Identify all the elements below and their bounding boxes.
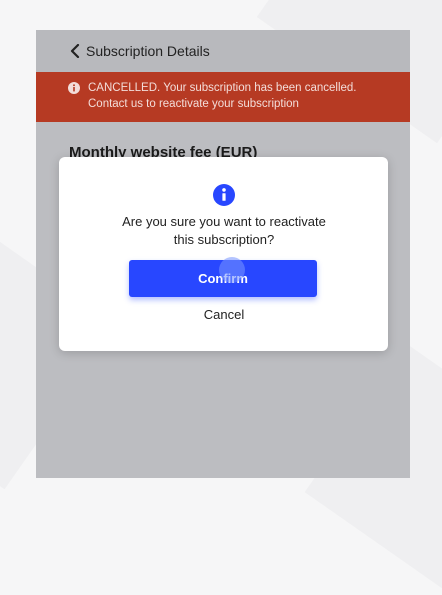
confirm-button[interactable]: Confirm (129, 260, 317, 297)
info-circle-icon (68, 82, 80, 94)
dialog-message-line-2: this subscription? (173, 232, 275, 247)
top-bar: Subscription Details (36, 30, 410, 72)
page-title[interactable]: Subscription Details (86, 43, 210, 59)
chevron-left-icon[interactable] (70, 44, 80, 58)
alert-message: CANCELLED. Your subscription has been ca… (88, 80, 398, 112)
alert-line-1: CANCELLED. Your subscription has been ca… (88, 82, 357, 94)
alert-line-2: Contact us to reactivate your subscripti… (88, 98, 299, 110)
cancel-button[interactable]: Cancel (169, 303, 279, 325)
dialog-message: Are you sure you want to reactivate this… (89, 213, 359, 249)
info-circle-icon (213, 184, 235, 206)
reactivate-confirmation-dialog: Are you sure you want to reactivate this… (59, 157, 388, 351)
dialog-message-line-1: Are you sure you want to reactivate (122, 214, 326, 229)
cancelled-alert-banner: CANCELLED. Your subscription has been ca… (36, 72, 410, 122)
